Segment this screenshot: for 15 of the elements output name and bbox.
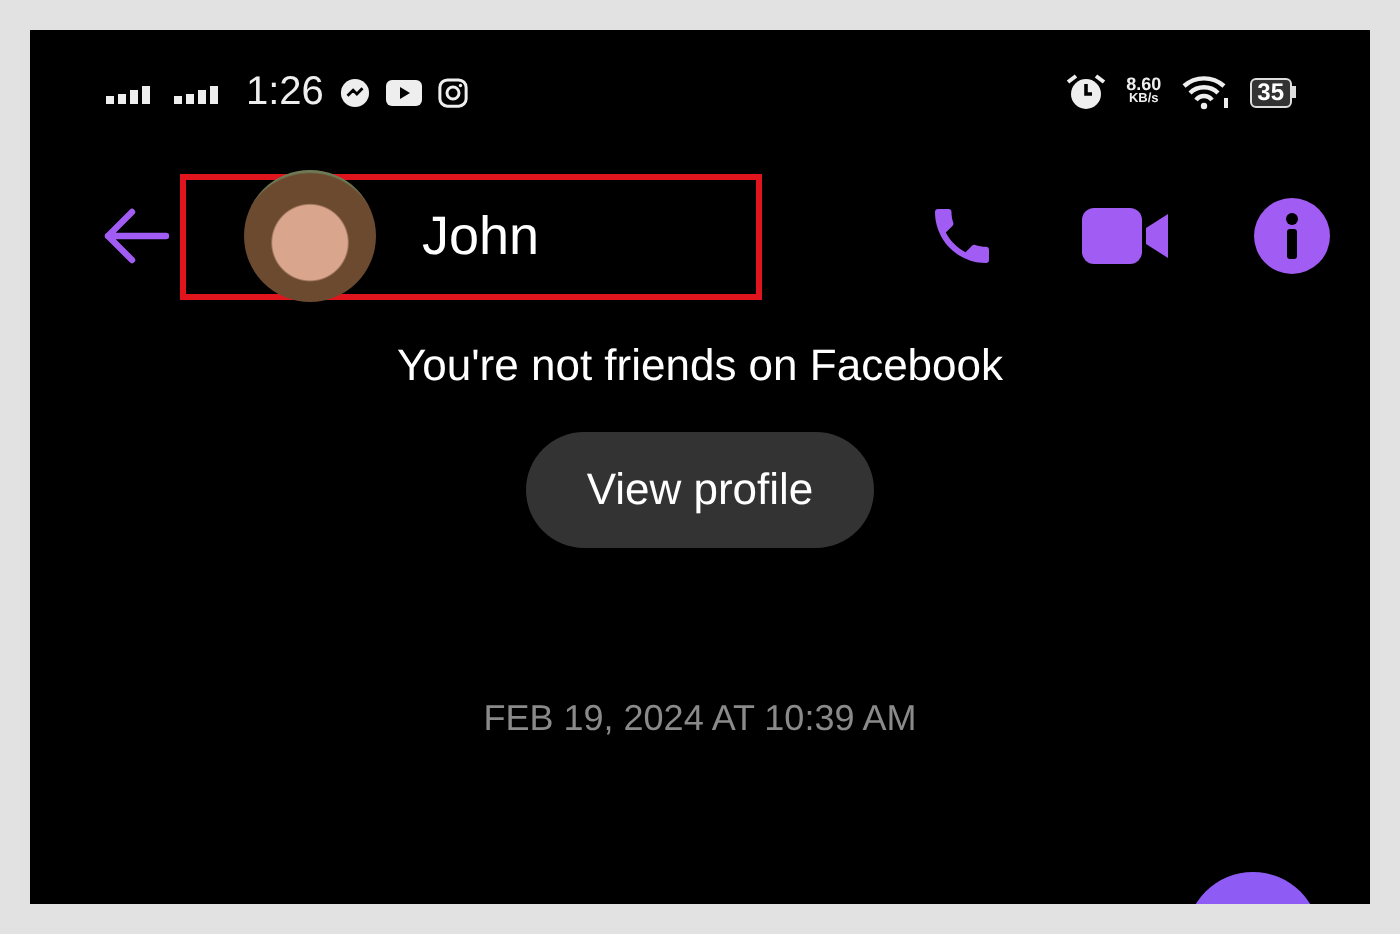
- alarm-clock-icon: [1066, 72, 1107, 112]
- clock-time: 1:26: [246, 69, 324, 115]
- message-timestamp: FEB 19, 2024 AT 10:39 AM: [483, 698, 917, 740]
- view-profile-button[interactable]: View profile: [526, 432, 874, 548]
- camera-icon: [437, 77, 468, 107]
- wifi-icon: [1181, 74, 1230, 110]
- info-button[interactable]: [1254, 198, 1330, 274]
- not-friends-notice: You're not friends on Facebook: [396, 340, 1004, 392]
- battery-icon: 35: [1249, 77, 1296, 107]
- chat-bubble-icon: [339, 77, 370, 107]
- back-button[interactable]: [102, 208, 170, 264]
- play-icon: [385, 79, 422, 105]
- contact-name[interactable]: John: [422, 205, 540, 267]
- video-camera-button[interactable]: [1082, 206, 1170, 266]
- network-speed: 8.60: [1126, 76, 1162, 95]
